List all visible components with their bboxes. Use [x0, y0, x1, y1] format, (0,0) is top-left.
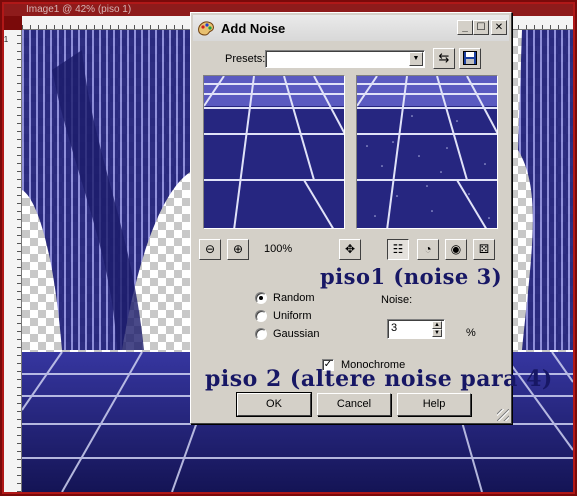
annotation-piso2: piso 2 (altere noise para 4) — [205, 366, 553, 392]
paint-palette-icon — [198, 21, 214, 36]
save-preset-button[interactable] — [459, 48, 481, 69]
chevron-down-icon[interactable]: ▼ — [409, 52, 423, 66]
radio-gaussian[interactable]: Gaussian — [255, 327, 319, 341]
undo-arrow-icon: ⇆ — [438, 50, 450, 65]
maximize-button[interactable]: ☐ — [473, 20, 489, 35]
zoom-out-icon: ⊖ — [204, 242, 216, 256]
zoom-level: 100% — [264, 243, 293, 255]
zoom-in-icon: ⊕ — [232, 242, 244, 256]
noise-unit: % — [466, 327, 476, 339]
add-noise-dialog: Add Noise _ ☐ ✕ Presets: ▼ ⇆ ⊖ ⊕ 100% ✥ … — [190, 12, 512, 424]
radio-button[interactable] — [255, 310, 267, 322]
radio-button[interactable] — [255, 328, 267, 340]
result-preview[interactable] — [356, 75, 498, 229]
dialog-title: Add Noise — [221, 21, 286, 36]
minimize-button[interactable]: _ — [457, 20, 473, 35]
radio-label: Random — [273, 292, 315, 304]
preview-image — [204, 76, 344, 228]
original-preview[interactable] — [203, 75, 345, 229]
dialog-titlebar[interactable]: Add Noise _ ☐ ✕ — [193, 15, 509, 41]
resize-grip[interactable] — [497, 409, 509, 421]
ruler-label: 1 — [3, 35, 9, 44]
presets-dropdown[interactable]: ▼ — [265, 50, 425, 68]
close-button[interactable]: ✕ — [491, 20, 507, 35]
spin-down-icon[interactable]: ▼ — [432, 329, 442, 337]
radio-uniform[interactable]: Uniform — [255, 309, 312, 323]
reset-preset-button[interactable]: ⇆ — [433, 48, 455, 69]
vertical-ruler — [4, 30, 22, 492]
preview-image-noise — [357, 76, 497, 228]
noise-stepper[interactable]: 3 ▲ ▼ — [387, 319, 445, 339]
annotation-piso1: piso1 (noise 3) — [320, 264, 503, 289]
proof-toggle-button[interactable]: ☷ — [387, 239, 409, 260]
spin-up-icon[interactable]: ▲ — [432, 321, 442, 329]
pan-button[interactable]: ✥ — [339, 239, 361, 260]
lock-eye-icon: ◔ — [424, 242, 432, 256]
presets-label: Presets: — [225, 53, 266, 65]
zoom-in-button[interactable]: ⊕ — [227, 239, 249, 260]
noise-label: Noise: — [381, 294, 413, 306]
move-icon: ✥ — [344, 242, 356, 256]
randomize-button[interactable]: ⚄ — [473, 239, 495, 260]
radio-label: Uniform — [273, 310, 312, 322]
radio-button[interactable] — [255, 292, 267, 304]
eye-icon: ◉ — [450, 242, 462, 256]
noise-input[interactable]: 3 — [391, 322, 397, 334]
ok-button[interactable]: OK — [236, 392, 312, 417]
dice-icon: ⚄ — [478, 242, 490, 256]
zoom-out-button[interactable]: ⊖ — [199, 239, 221, 260]
help-button[interactable]: Help — [397, 393, 471, 416]
floppy-disk-icon — [463, 51, 477, 65]
cancel-button[interactable]: Cancel — [317, 393, 391, 416]
radio-random[interactable]: Random — [255, 291, 315, 305]
auto-proof-button[interactable]: ◔ — [417, 239, 439, 260]
radio-label: Gaussian — [273, 328, 320, 340]
proof-icon: ☷ — [392, 242, 404, 256]
preview-on-image-button[interactable]: ◉ — [445, 239, 467, 260]
